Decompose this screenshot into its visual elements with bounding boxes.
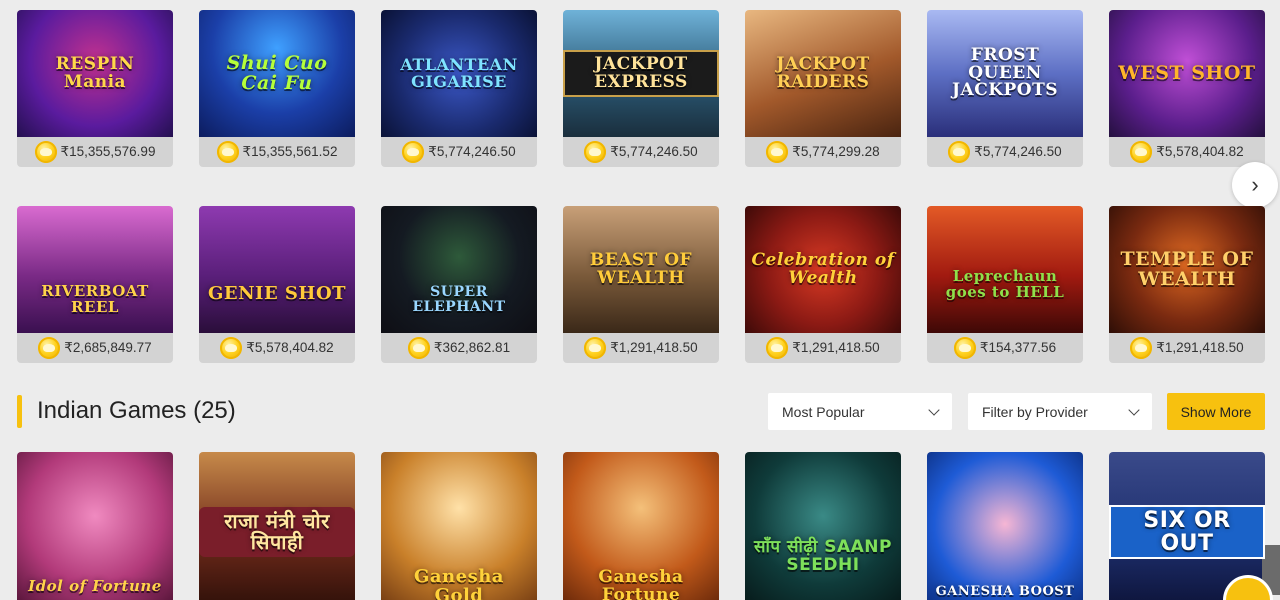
game-tile[interactable]: साँप सीढ़ी SAANP SEEDHI [745, 452, 901, 600]
coin-icon [34, 141, 57, 163]
indian-games-row: Idol of Fortune राजा मंत्री चोर सिपाही G… [17, 452, 1265, 600]
jackpot-amount: ₹1,291,418.50 [1109, 333, 1265, 363]
chevron-down-icon [928, 403, 940, 416]
game-thumbnail[interactable]: WEST SHOT [1109, 10, 1265, 137]
section-title: Indian Games (25) [37, 397, 236, 424]
game-tile[interactable]: JACKPOT RAIDERS ₹5,774,299.28 [745, 10, 901, 167]
game-thumbnail[interactable]: Ganesha Gold [381, 452, 537, 600]
coin-icon [953, 337, 976, 359]
jackpot-amount: ₹1,291,418.50 [563, 333, 719, 363]
game-tile[interactable]: Idol of Fortune [17, 452, 173, 600]
game-thumbnail[interactable]: FROST QUEEN JACKPOTS [927, 10, 1083, 137]
game-tile[interactable]: FROST QUEEN JACKPOTS ₹5,774,246.50 [927, 10, 1083, 167]
game-tile[interactable]: WEST SHOT ₹5,578,404.82 [1109, 10, 1265, 167]
coin-icon [948, 141, 971, 163]
coin-icon [584, 337, 607, 359]
game-thumbnail[interactable]: JACKPOT RAIDERS [745, 10, 901, 137]
jackpot-amount: ₹5,578,404.82 [199, 333, 355, 363]
game-thumbnail[interactable]: Celebration of Wealth [745, 206, 901, 333]
provider-filter-dropdown[interactable]: Filter by Provider [968, 393, 1152, 430]
jackpot-amount: ₹5,774,246.50 [563, 137, 719, 167]
game-tile[interactable]: Shui Cuo Cai Fu ₹15,355,561.52 [199, 10, 355, 167]
game-thumbnail[interactable]: RESPIN Mania [17, 10, 173, 137]
game-tile[interactable]: GENIE SHOT ₹5,578,404.82 [199, 206, 355, 363]
jackpot-slots-row-2: RIVERBOAT REEL ₹2,685,849.77 GENIE SHOT … [17, 206, 1265, 363]
coin-icon [1130, 141, 1153, 163]
jackpot-slots-row-1: RESPIN Mania ₹15,355,576.99 Shui Cuo Cai… [17, 10, 1265, 167]
coin-icon [220, 337, 243, 359]
coin-icon [584, 141, 607, 163]
chevron-right-icon: › [1251, 172, 1259, 197]
provider-filter-label: Filter by Provider [982, 403, 1088, 420]
game-thumbnail[interactable]: Shui Cuo Cai Fu [199, 10, 355, 137]
coin-icon [1130, 337, 1153, 359]
game-tile[interactable]: ATLANTEAN GIGARISE ₹5,774,246.50 [381, 10, 537, 167]
game-thumbnail[interactable]: JACKPOT EXPRESS [563, 10, 719, 137]
game-thumbnail[interactable]: BEAST OF WEALTH [563, 206, 719, 333]
game-thumbnail[interactable]: Ganesha Fortune [563, 452, 719, 600]
game-thumbnail[interactable]: GANESHA BOOST [927, 452, 1083, 600]
coin-icon [766, 141, 789, 163]
game-thumbnail[interactable]: Leprechaun goes to HELL [927, 206, 1083, 333]
game-thumbnail[interactable]: Idol of Fortune [17, 452, 173, 600]
game-tile[interactable]: राजा मंत्री चोर सिपाही [199, 452, 355, 600]
game-thumbnail[interactable]: TEMPLE OF WEALTH [1109, 206, 1265, 333]
coin-icon [407, 337, 430, 359]
coin-icon [216, 141, 239, 163]
show-more-button[interactable]: Show More [1167, 393, 1265, 430]
jackpot-amount: ₹5,774,246.50 [381, 137, 537, 167]
coin-icon [766, 337, 789, 359]
game-thumbnail[interactable]: RIVERBOAT REEL [17, 206, 173, 333]
game-tile[interactable]: RESPIN Mania ₹15,355,576.99 [17, 10, 173, 167]
sort-dropdown[interactable]: Most Popular [768, 393, 952, 430]
sort-dropdown-label: Most Popular [782, 403, 865, 420]
game-tile[interactable]: BEAST OF WEALTH ₹1,291,418.50 [563, 206, 719, 363]
game-thumbnail[interactable]: SUPER ELEPHANT [381, 206, 537, 333]
game-thumbnail[interactable]: ATLANTEAN GIGARISE [381, 10, 537, 137]
game-tile[interactable]: Ganesha Gold [381, 452, 537, 600]
game-tile[interactable]: SUPER ELEPHANT ₹362,862.81 [381, 206, 537, 363]
section-accent-bar [17, 395, 22, 428]
coin-icon [402, 141, 425, 163]
game-thumbnail[interactable]: GENIE SHOT [199, 206, 355, 333]
chevron-down-icon [1128, 403, 1140, 416]
game-tile[interactable]: TEMPLE OF WEALTH ₹1,291,418.50 [1109, 206, 1265, 363]
jackpot-amount: ₹15,355,561.52 [199, 137, 355, 167]
jackpot-amount: ₹1,291,418.50 [745, 333, 901, 363]
game-tile[interactable]: JACKPOT EXPRESS ₹5,774,246.50 [563, 10, 719, 167]
jackpot-amount: ₹15,355,576.99 [17, 137, 173, 167]
indian-games-header: Indian Games (25) Most Popular Filter by… [17, 392, 1267, 432]
jackpot-amount: ₹5,774,299.28 [745, 137, 901, 167]
jackpot-amount: ₹2,685,849.77 [17, 333, 173, 363]
jackpot-amount: ₹5,774,246.50 [927, 137, 1083, 167]
jackpot-amount: ₹154,377.56 [927, 333, 1083, 363]
jackpot-amount: ₹362,862.81 [381, 333, 537, 363]
jackpot-amount: ₹5,578,404.82 [1109, 137, 1265, 167]
game-tile[interactable]: RIVERBOAT REEL ₹2,685,849.77 [17, 206, 173, 363]
coin-icon [38, 337, 61, 359]
game-tile[interactable]: Leprechaun goes to HELL ₹154,377.56 [927, 206, 1083, 363]
game-thumbnail[interactable]: राजा मंत्री चोर सिपाही [199, 452, 355, 600]
game-tile[interactable]: GANESHA BOOST [927, 452, 1083, 600]
game-tile[interactable]: Ganesha Fortune [563, 452, 719, 600]
game-tile[interactable]: Celebration of Wealth ₹1,291,418.50 [745, 206, 901, 363]
carousel-next-button[interactable]: › [1232, 162, 1278, 208]
game-thumbnail[interactable]: साँप सीढ़ी SAANP SEEDHI [745, 452, 901, 600]
